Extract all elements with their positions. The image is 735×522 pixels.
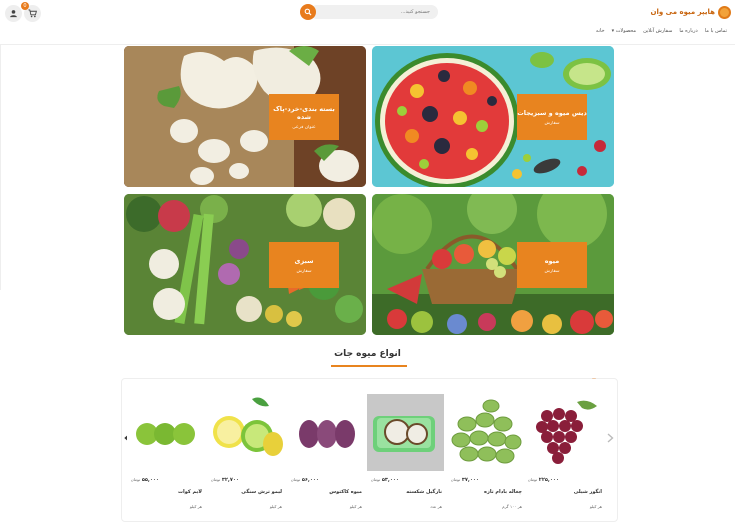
product-unit: هر عدد <box>430 504 442 509</box>
banner-fruit[interactable]: میوه سفارش <box>372 194 614 335</box>
product-name[interactable]: چغاله بادام تازه <box>484 489 522 495</box>
banner-packaged[interactable]: بسته بندی-خرد-پاک شده عنوان فرعی <box>124 46 366 187</box>
product-unit: هر ۱۰۰ گرم <box>502 504 522 509</box>
banner-title: میوه <box>544 256 560 265</box>
carousel-mark: — <box>592 376 596 381</box>
product-name[interactable]: انگور شیلی <box>574 489 602 495</box>
product-name[interactable]: میوه کاکتوس <box>329 489 362 495</box>
banner-subtitle[interactable]: سفارش <box>544 269 559 274</box>
product-price: ۳۷,۰۰۰ تومان <box>450 477 479 483</box>
product-unit: هر کیلو <box>589 504 602 509</box>
section-title-underline <box>331 365 407 367</box>
product-image <box>367 394 444 471</box>
product-image <box>527 394 604 471</box>
nav-item-contact[interactable]: تماس با ما <box>705 28 727 34</box>
chevron-right-icon <box>607 433 614 443</box>
product-unit: هر کیلو <box>189 504 202 509</box>
product-price: ۵۳,۰۰۰ تومان <box>370 477 399 483</box>
site-header: 0 هایپر میوه می وان خانه محصولات ▾ سفارش… <box>0 0 735 45</box>
user-icon <box>10 10 17 18</box>
cart-count-badge: 0 <box>21 2 29 10</box>
nav-item-products[interactable]: محصولات ▾ <box>612 28 636 34</box>
carousel-next-button[interactable] <box>607 433 614 446</box>
nav-item-online-order[interactable]: سفارش آنلاین <box>643 28 672 34</box>
product-name[interactable]: لایم کوات <box>178 489 202 495</box>
banner-vegetables[interactable]: سبزی سفارش <box>124 194 366 335</box>
product-name[interactable]: لیمو ترش سنگی <box>241 489 282 495</box>
search-bar <box>300 4 438 20</box>
product-image <box>207 394 284 471</box>
cart-icon <box>28 9 37 18</box>
banner-subtitle[interactable]: سفارش <box>296 269 311 274</box>
product-unit: هر کیلو <box>349 504 362 509</box>
user-account-button[interactable] <box>5 5 22 22</box>
main-nav: خانه محصولات ▾ سفارش آنلاین درباره ما تم… <box>596 28 727 34</box>
product-unit: هر کیلو <box>269 504 282 509</box>
banner-subtitle[interactable]: عنوان فرعی <box>292 125 315 130</box>
brand[interactable]: هایپر میوه می وان <box>650 5 731 19</box>
search-input[interactable] <box>310 5 438 19</box>
divider <box>0 45 1 290</box>
banner-title: دیس میوه و سبزیجات <box>517 108 587 117</box>
banner-subtitle[interactable]: سفارش <box>544 121 559 126</box>
product-price: ۵۶,۰۰۰ تومان <box>290 477 319 483</box>
banner-title: بسته بندی-خرد-پاک شده <box>273 104 335 121</box>
product-name[interactable]: نارگیل شکسته <box>406 489 442 495</box>
product-image <box>287 394 364 471</box>
product-price: ۲۲۵,۰۰۰ تومان <box>527 477 559 483</box>
brand-name: هایپر میوه می وان <box>650 8 716 16</box>
banner-label: میوه سفارش <box>517 242 587 288</box>
search-icon <box>304 8 312 16</box>
product-image <box>447 394 524 471</box>
banner-label: بسته بندی-خرد-پاک شده عنوان فرعی <box>269 94 339 140</box>
product-price: ۳۲,۷۰۰ تومان <box>210 477 239 483</box>
search-button[interactable] <box>300 4 316 20</box>
banner-fruit-platter[interactable]: دیس میوه و سبزیجات سفارش <box>372 46 614 187</box>
nav-item-home[interactable]: خانه <box>596 28 605 34</box>
brand-logo <box>718 5 731 19</box>
section-title: انواع میوه جات <box>334 349 401 359</box>
nav-item-about[interactable]: درباره ما <box>679 28 697 34</box>
banner-label: دیس میوه و سبزیجات سفارش <box>517 94 587 140</box>
product-image <box>127 394 204 471</box>
banner-title: سبزی <box>294 256 314 265</box>
banner-label: سبزی سفارش <box>269 242 339 288</box>
product-price: ۵۵,۰۰۰ تومان <box>130 477 159 483</box>
